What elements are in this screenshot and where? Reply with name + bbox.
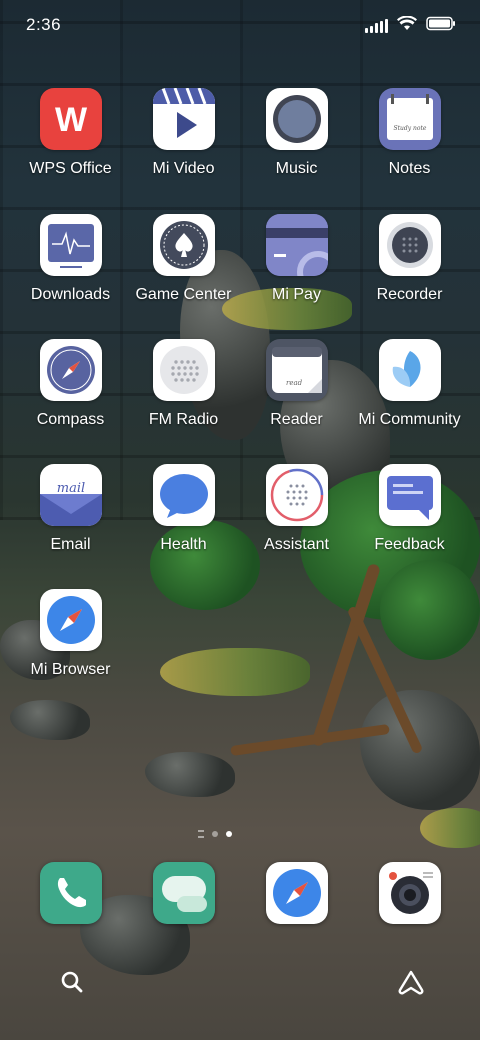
mi-community-icon [379, 339, 441, 401]
search-icon[interactable] [58, 968, 86, 996]
signal-icon [365, 19, 388, 33]
app-fm-radio[interactable]: FM Radio [127, 339, 240, 449]
feedback-icon [379, 464, 441, 526]
app-mi-community[interactable]: Mi Community [353, 339, 466, 449]
app-feedback[interactable]: Feedback [353, 464, 466, 574]
app-game-center[interactable]: Game Center [127, 214, 240, 324]
browser-icon [266, 862, 328, 924]
app-mi-browser[interactable]: Mi Browser [14, 589, 127, 699]
app-compass[interactable]: Compass [14, 339, 127, 449]
music-icon [266, 88, 328, 150]
page-indicator[interactable] [198, 830, 232, 838]
app-label: Recorder [376, 286, 443, 303]
app-assistant[interactable]: Assistant [240, 464, 353, 574]
app-label: Mi Community [358, 411, 461, 428]
svg-text:W: W [55, 101, 88, 139]
app-health[interactable]: Health [127, 464, 240, 574]
app-music[interactable]: Music [240, 88, 353, 198]
app-label: Notes [388, 160, 431, 177]
assistant-logo-icon[interactable] [396, 968, 426, 996]
app-notes[interactable]: Study note Notes [353, 88, 466, 198]
fm-radio-icon [153, 339, 215, 401]
svg-text:read: read [286, 379, 303, 387]
app-reader[interactable]: read Reader [240, 339, 353, 449]
app-label: Feedback [374, 536, 445, 553]
app-email[interactable]: mail Email [14, 464, 127, 574]
home-screen: 2:36 W WPS Office Mi Video Music Study n… [0, 0, 480, 1040]
phone-icon [40, 862, 102, 924]
game-center-icon [153, 214, 215, 276]
app-recorder[interactable]: Recorder [353, 214, 466, 324]
app-mi-pay[interactable]: Mi Pay [240, 214, 353, 324]
page-dot [212, 831, 218, 837]
mi-video-icon [153, 88, 215, 150]
wps-office-icon: W [40, 88, 102, 150]
assistant-icon [266, 464, 328, 526]
svg-text:mail: mail [57, 481, 85, 496]
messaging-icon [153, 862, 215, 924]
health-icon [153, 464, 215, 526]
app-downloads[interactable]: Downloads [14, 214, 127, 324]
dock-phone[interactable] [14, 862, 127, 972]
mi-pay-icon [266, 214, 328, 276]
notes-icon: Study note [379, 88, 441, 150]
home-lines-icon [198, 830, 204, 838]
camera-icon [379, 862, 441, 924]
compass-icon [40, 339, 102, 401]
page-dot-active [226, 831, 232, 837]
dock-messaging[interactable] [127, 862, 240, 972]
reader-icon: read [266, 339, 328, 401]
status-bar: 2:36 [0, 0, 480, 50]
dock-browser[interactable] [240, 862, 353, 972]
dock-camera[interactable] [353, 862, 466, 972]
svg-text:Study note: Study note [394, 125, 427, 132]
wifi-icon [397, 15, 417, 36]
status-time: 2:36 [26, 15, 62, 34]
app-label: Mi Browser [30, 661, 111, 678]
email-icon: mail [40, 464, 102, 526]
app-mi-video[interactable]: Mi Video [127, 88, 240, 198]
battery-icon [426, 16, 456, 36]
downloads-icon [40, 214, 102, 276]
app-wps-office[interactable]: W WPS Office [14, 88, 127, 198]
recorder-icon [379, 214, 441, 276]
mi-browser-icon [40, 589, 102, 651]
